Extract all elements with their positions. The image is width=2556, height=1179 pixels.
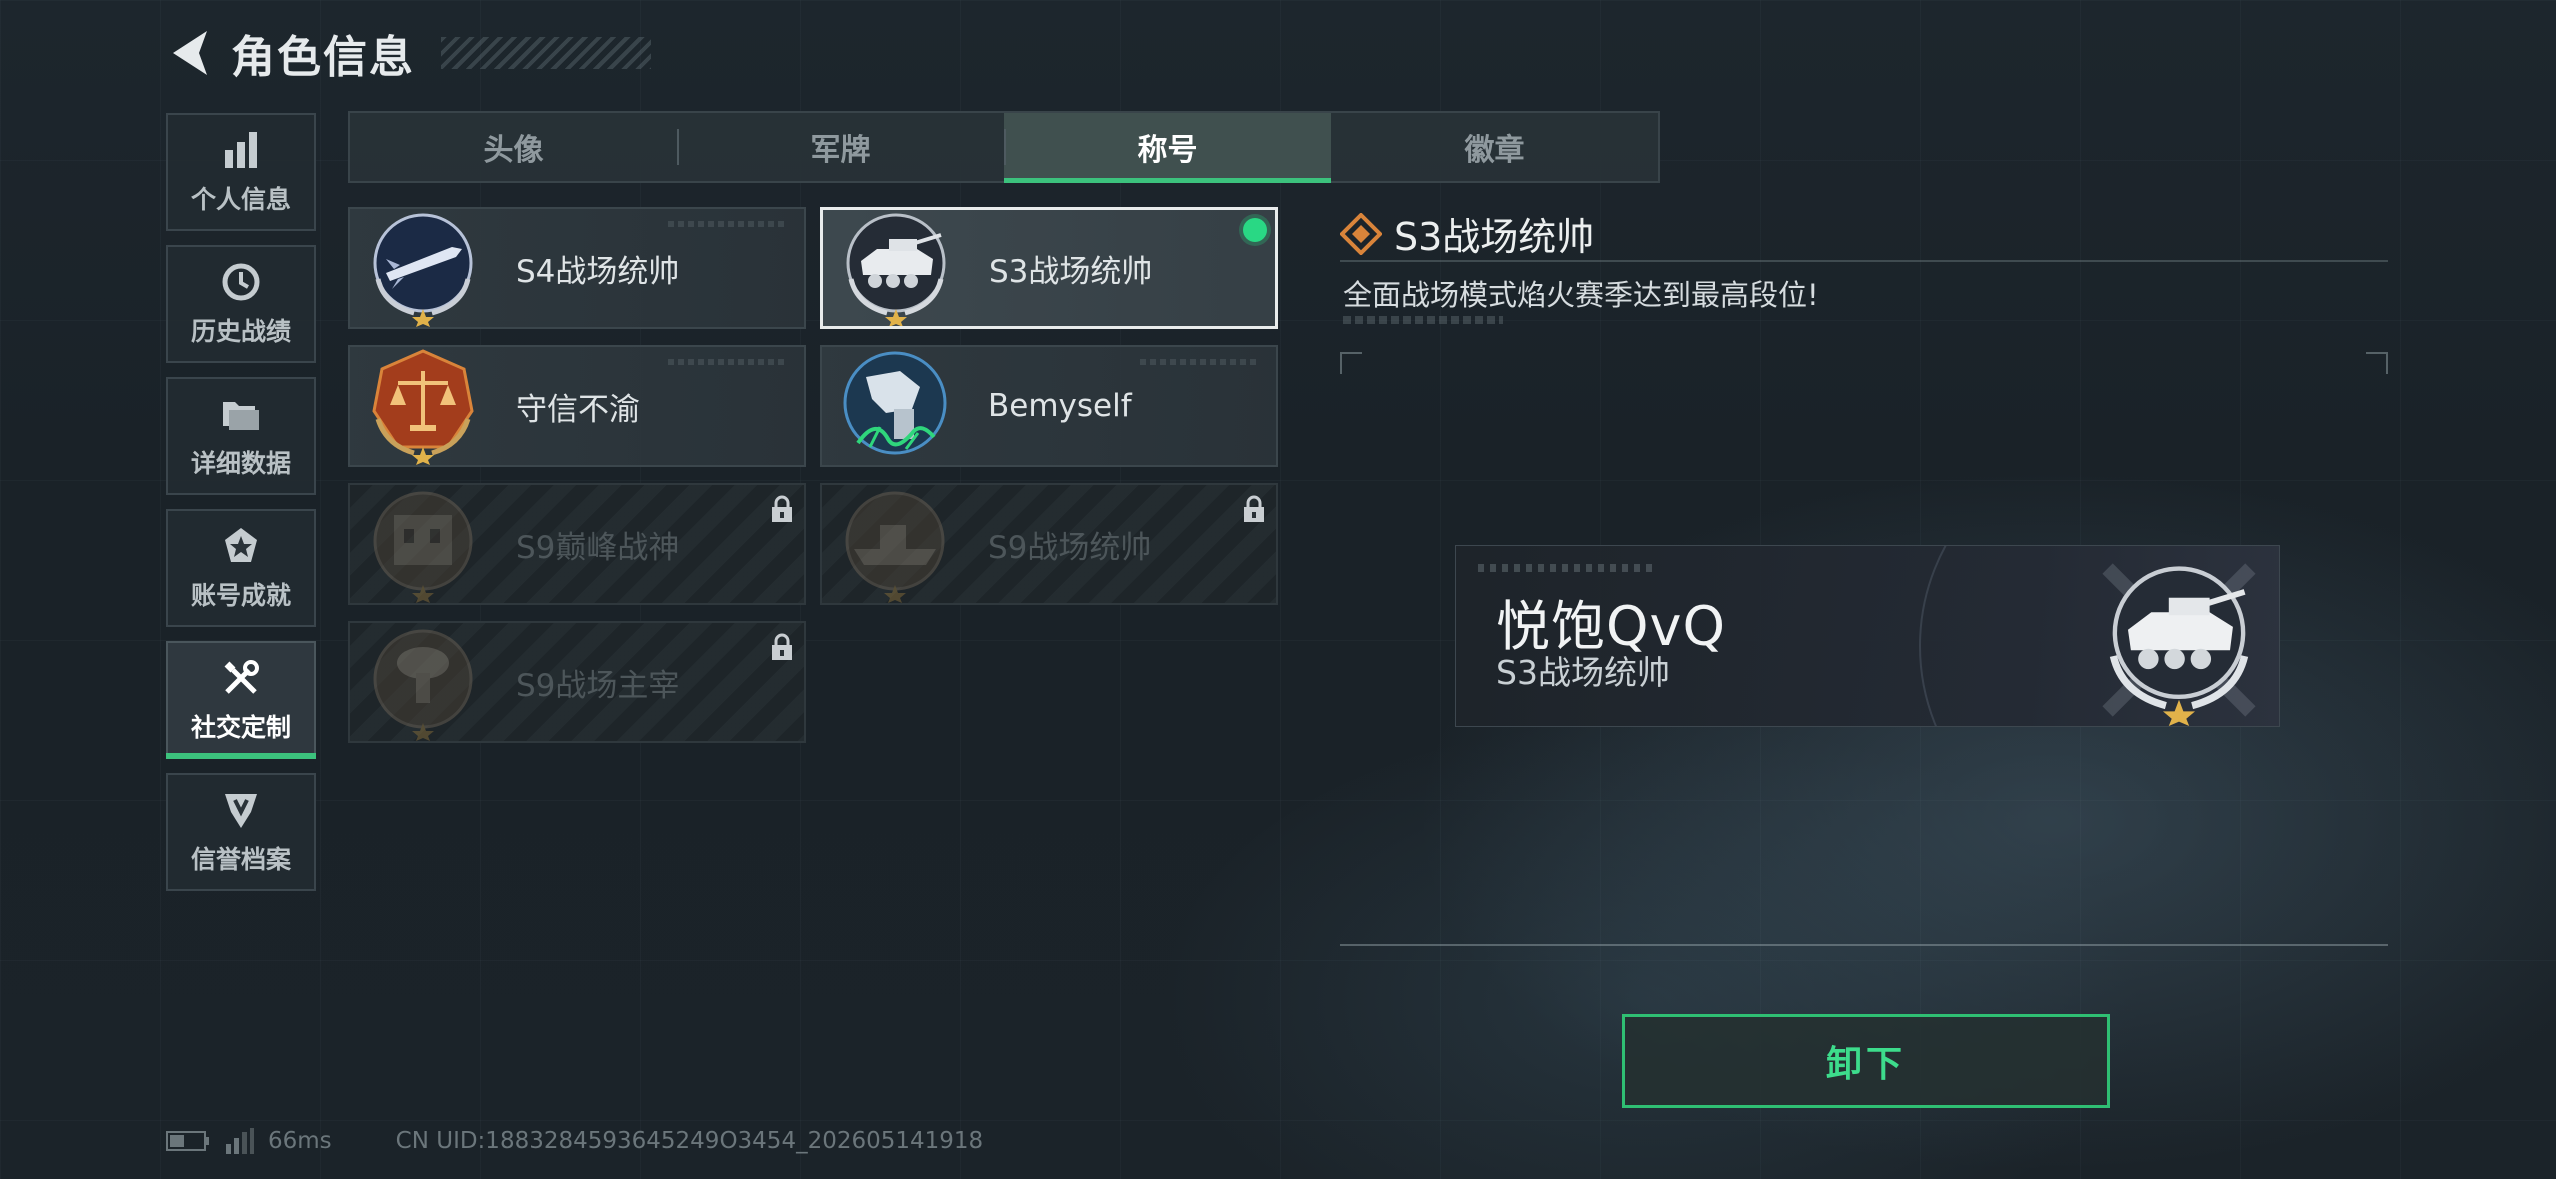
sidebar-item-label: 详细数据 xyxy=(190,449,291,478)
card-decoration xyxy=(1140,359,1260,365)
title-card-label: S9战场统帅 xyxy=(988,529,1152,566)
lock-icon xyxy=(1244,495,1264,522)
card-decoration xyxy=(668,359,788,365)
title-card-s4-commander[interactable]: S4战场统帅 xyxy=(348,207,806,329)
tab-titles[interactable]: 称号 xyxy=(1004,113,1331,183)
title-card-s3-commander[interactable]: S3战场统帅 xyxy=(820,207,1278,329)
tab-dog-tag[interactable]: 军牌 xyxy=(677,113,1004,181)
title-card-label: S9巅峰战神 xyxy=(516,529,680,566)
nameplate-preview: 悦饱QvQ S3战场统帅 xyxy=(1455,545,2280,727)
achievement-badge-icon xyxy=(219,524,263,568)
unequip-button-label: 卸下 xyxy=(1825,1044,1906,1085)
divider xyxy=(1340,944,2388,946)
mech-emblem-icon xyxy=(843,351,947,455)
signal-icon xyxy=(226,1128,254,1154)
credit-shield-icon xyxy=(219,788,263,832)
equipped-indicator xyxy=(1243,218,1267,242)
detail-header: S3战场统帅 xyxy=(1340,206,1594,261)
card-decoration xyxy=(668,221,788,227)
diamond-title-icon xyxy=(1340,212,1382,255)
explosion-emblem-icon xyxy=(373,629,473,741)
title-card-label: 守信不渝 xyxy=(516,391,640,428)
sidebar-item-detailed-data[interactable]: 详细数据 xyxy=(166,377,316,495)
tab-avatar[interactable]: 头像 xyxy=(350,113,677,181)
uid-text: CN UID:1883284593645249O3454_20260514191… xyxy=(395,1128,984,1154)
page-title: 角色信息 xyxy=(231,32,415,83)
detail-decoration xyxy=(1343,316,1503,324)
sidebar-item-label: 历史战绩 xyxy=(190,317,291,346)
lock-icon xyxy=(772,633,792,660)
nameplate-decoration xyxy=(1478,564,1658,572)
back-arrow-icon xyxy=(173,31,207,75)
divider xyxy=(1340,260,2388,262)
sidebar-item-credit-profile[interactable]: 信誉档案 xyxy=(166,773,316,891)
unequip-button[interactable]: 卸下 xyxy=(1622,1014,2110,1108)
frame-corner xyxy=(1340,352,1362,374)
title-card-s9-peak-war-god[interactable]: S9巅峰战神 xyxy=(348,483,806,605)
folder-icon xyxy=(219,392,263,436)
sidebar-item-achievements[interactable]: 账号成就 xyxy=(166,509,316,627)
page-header: 角色信息 xyxy=(165,22,651,84)
ping-value: 66ms xyxy=(268,1128,332,1154)
fortress-emblem-icon xyxy=(373,491,473,603)
title-card-label: S3战场统帅 xyxy=(989,253,1153,290)
title-card-bemyself[interactable]: Bemyself xyxy=(820,345,1278,467)
header-decoration xyxy=(441,37,651,69)
title-card-label: S9战场主宰 xyxy=(516,667,680,704)
wrench-icon xyxy=(219,656,263,700)
tab-bar: 头像 军牌 称号 徽章 xyxy=(348,111,1660,183)
lock-icon xyxy=(772,495,792,522)
bar-chart-icon xyxy=(219,128,263,172)
missile-emblem-icon xyxy=(373,213,473,327)
battery-icon xyxy=(166,1131,209,1151)
sidebar-item-label: 社交定制 xyxy=(190,713,291,742)
sidebar-item-match-history[interactable]: 历史战绩 xyxy=(166,245,316,363)
status-bar: 66ms CN UID:1883284593645249O3454_202605… xyxy=(166,1128,983,1154)
detail-description: 全面战场模式焰火赛季达到最高段位! xyxy=(1343,278,1819,312)
title-card-s9-dominator[interactable]: S9战场主宰 xyxy=(348,621,806,743)
tab-badges[interactable]: 徽章 xyxy=(1331,113,1658,181)
warship-emblem-icon xyxy=(845,491,945,603)
sidebar-item-social-customization[interactable]: 社交定制 xyxy=(166,641,316,759)
sidebar-item-label: 个人信息 xyxy=(190,185,291,214)
title-card-trustworthy[interactable]: 守信不渝 xyxy=(348,345,806,467)
nameplate-title: S3战场统帅 xyxy=(1496,653,1670,692)
sidebar-item-personal-info[interactable]: 个人信息 xyxy=(166,113,316,231)
title-card-label: S4战场统帅 xyxy=(516,253,680,290)
frame-corner xyxy=(2366,352,2388,374)
scales-emblem-icon xyxy=(372,349,474,465)
title-card-label: Bemyself xyxy=(988,388,1132,424)
back-button[interactable] xyxy=(165,25,213,81)
clock-icon xyxy=(219,260,263,304)
sidebar: 个人信息 历史战绩 详细数据 账号成就 社交定制 信誉档案 xyxy=(166,113,316,905)
tank-emblem-icon xyxy=(846,213,946,326)
tank-emblem-icon xyxy=(2102,563,2256,726)
sidebar-item-label: 账号成就 xyxy=(190,581,291,610)
detail-title: S3战场统帅 xyxy=(1394,215,1595,259)
title-card-s9-commander[interactable]: S9战场统帅 xyxy=(820,483,1278,605)
sidebar-item-label: 信誉档案 xyxy=(190,845,291,874)
